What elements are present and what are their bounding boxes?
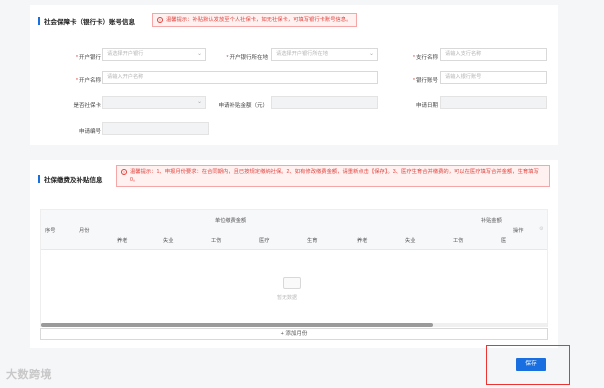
col-unit-medical: 医疗 (259, 238, 270, 244)
section-title: 社会保障卡（银行卡）账号信息 (44, 19, 135, 26)
info-icon: ! (121, 169, 127, 175)
apply-date-label: 申请日期 (415, 103, 438, 109)
apply-no-label: 申请编号 (78, 129, 101, 135)
account-no-label: *银行账号 (412, 78, 438, 84)
chevron-down-icon: ⌄ (196, 51, 202, 57)
account-name-input[interactable]: 请输入开户名称 (102, 71, 378, 84)
section-accent-bar (38, 17, 40, 25)
apply-date-field (440, 96, 547, 109)
col-subsidy-medical: 医 (501, 238, 507, 244)
col-month: 月份 (79, 228, 90, 234)
account-name-label: *开户名称 (75, 78, 101, 84)
tip-banner: ! 温馨提示：1、申报月份要求：在合同期内，且已按规定缴纳社保。2、如有修改缴费… (116, 165, 550, 187)
group-unit-payment: 单位缴费金额 (215, 218, 247, 224)
apply-amount-field (271, 96, 378, 109)
col-action: 操作 (513, 228, 524, 234)
branch-label: *支行名称 (412, 55, 438, 61)
bank-region-select[interactable]: 请选择开户银行所在地 ⌄ (271, 48, 378, 61)
is-social-card-label: 是否社保卡 (73, 103, 101, 109)
tip-text: 温馨提示：补贴默认发放至个人社保卡，如无社保卡，可填写银行卡账号信息。 (166, 17, 352, 23)
section-header: 社保缴费及补贴信息 (38, 173, 103, 185)
contribution-table: 序号 月份 单位缴费金额 补贴金额 操作 ⚙ 养老 失业 工伤 医疗 生育 养老… (40, 209, 548, 327)
social-security-card: 社保缴费及补贴信息 ! 温馨提示：1、申报月份要求：在合同期内，且已按规定缴纳社… (30, 160, 558, 348)
save-button[interactable]: 保存 (516, 358, 546, 371)
horizontal-scrollbar-thumb[interactable] (41, 323, 433, 327)
watermark-logo: 大数跨境 (6, 369, 52, 381)
col-unit-injury: 工伤 (211, 238, 222, 244)
col-subsidy-unemployment: 失业 (405, 238, 416, 244)
tip-banner: ! 温馨提示：补贴默认发放至个人社保卡，如无社保卡，可填写银行卡账号信息。 (152, 13, 358, 27)
empty-text: 暂无数据 (277, 295, 298, 301)
col-subsidy-pension: 养老 (357, 238, 368, 244)
bank-account-card: 社会保障卡（银行卡）账号信息 ! 温馨提示：补贴默认发放至个人社保卡，如无社保卡… (30, 5, 558, 145)
section-title: 社保缴费及补贴信息 (44, 177, 103, 184)
add-month-button[interactable]: + 添加月份 (40, 328, 548, 340)
bank-select[interactable]: 请选择开户银行 ⌄ (102, 48, 206, 61)
section-header: 社会保障卡（银行卡）账号信息 (38, 15, 135, 27)
bank-label: *开户银行 (75, 55, 101, 61)
tip-text: 温馨提示：1、申报月份要求：在合同期内，且已按规定缴纳社保。2、如有修改缴费金额… (130, 169, 539, 183)
col-unit-unemployment: 失业 (163, 238, 174, 244)
account-no-input[interactable]: 请输入银行账号 (440, 71, 547, 84)
table-header: 序号 月份 单位缴费金额 补贴金额 操作 ⚙ 养老 失业 工伤 医疗 生育 养老… (41, 210, 547, 250)
apply-no-field (102, 122, 209, 135)
apply-amount-label: 申请补贴金额（元） (218, 103, 268, 109)
col-subsidy-injury: 工伤 (453, 238, 464, 244)
col-seq: 序号 (45, 228, 56, 234)
chevron-down-icon: ⌄ (196, 99, 202, 105)
branch-input[interactable]: 请输入支行名称 (440, 48, 547, 61)
group-subsidy: 补贴金额 (481, 218, 502, 224)
col-unit-pension: 养老 (117, 238, 128, 244)
settings-icon[interactable]: ⚙ (539, 226, 544, 232)
chevron-down-icon: ⌄ (368, 51, 374, 57)
empty-box-icon (283, 277, 301, 289)
col-unit-maternity: 生育 (307, 238, 318, 244)
is-social-card-select[interactable]: ⌄ (102, 96, 206, 109)
info-icon: ! (157, 17, 163, 23)
section-accent-bar (38, 175, 40, 183)
bank-region-label: *开户银行所在地 (226, 55, 268, 61)
